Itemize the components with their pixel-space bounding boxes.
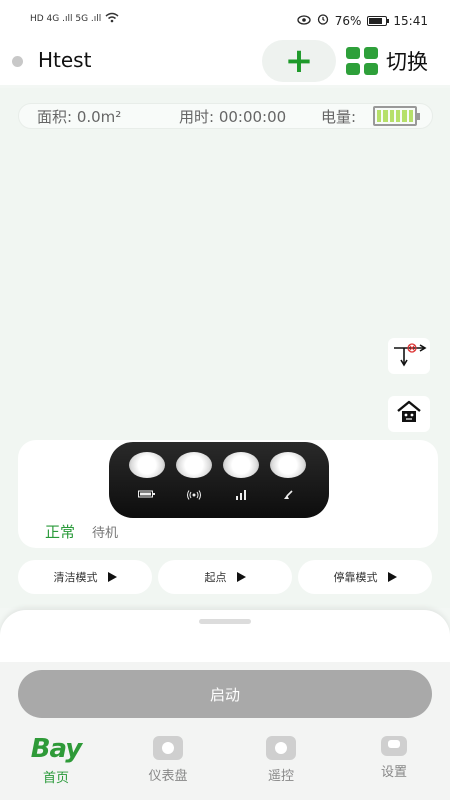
tab-label: 设置 bbox=[380, 765, 407, 780]
clock-time: 15:41 bbox=[393, 13, 428, 28]
home-robot-icon bbox=[395, 400, 423, 428]
battery-icon bbox=[367, 15, 390, 26]
tab-label: 仪表盘 bbox=[148, 769, 188, 784]
start-point-button[interactable]: 起点 bbox=[158, 560, 292, 594]
device-state: 正常 bbox=[45, 523, 76, 541]
indicator-light bbox=[176, 452, 212, 478]
signal-wave-icon bbox=[184, 490, 204, 503]
area-stat: 面积: 0.0m² bbox=[37, 107, 122, 126]
tab-settings[interactable]: 设置 bbox=[349, 736, 439, 780]
dashboard-icon bbox=[153, 736, 183, 760]
indicator-light bbox=[223, 452, 259, 478]
stats-bar: 面积: 0.0m² 用时: 00:00:00 电量: bbox=[18, 103, 433, 129]
start-point-label: 起点 bbox=[204, 571, 227, 584]
bottom-sheet[interactable] bbox=[0, 610, 450, 662]
indicator-light bbox=[270, 452, 306, 478]
remote-control-icon bbox=[266, 736, 296, 760]
battery-level-icon bbox=[373, 106, 420, 126]
route-tool-button[interactable] bbox=[388, 338, 430, 374]
time-stat: 用时: 00:00:00 bbox=[179, 107, 287, 126]
device-name[interactable]: Htest bbox=[38, 48, 91, 72]
bay-logo: Bay bbox=[30, 734, 83, 764]
battery-icon bbox=[137, 490, 157, 501]
indicator-light bbox=[129, 452, 165, 478]
alarm-icon bbox=[317, 13, 329, 28]
start-button[interactable]: 启动 bbox=[18, 670, 432, 718]
brush-icon bbox=[278, 490, 298, 504]
tab-dashboard[interactable]: 仪表盘 bbox=[123, 736, 213, 784]
tab-label: 首页 bbox=[42, 771, 69, 786]
grid-icon bbox=[346, 47, 380, 75]
add-device-button[interactable]: + bbox=[262, 40, 336, 82]
tab-home[interactable]: Bay 首页 bbox=[11, 736, 101, 786]
cleaning-mode-label: 清洁模式 bbox=[53, 571, 98, 584]
device-mode: 待机 bbox=[92, 526, 119, 541]
switch-label: 切换 bbox=[386, 50, 428, 74]
cleaning-mode-button[interactable]: 清洁模式 bbox=[18, 560, 152, 594]
signal-bars-icon bbox=[231, 490, 251, 503]
tab-remote[interactable]: 遥控 bbox=[236, 736, 326, 784]
status-right: 76% 15:41 bbox=[297, 13, 428, 28]
battery-percent: 76% bbox=[334, 13, 362, 28]
route-arrow-icon bbox=[390, 340, 428, 372]
settings-icon bbox=[381, 736, 407, 756]
play-icon bbox=[387, 572, 397, 582]
wifi-icon bbox=[105, 12, 119, 26]
switch-device-button[interactable]: 切换 bbox=[346, 46, 428, 76]
sheet-drag-handle[interactable] bbox=[199, 619, 251, 624]
signal-indicators: HD 4G .ıll 5G .ıll bbox=[30, 12, 119, 26]
start-button-label: 启动 bbox=[209, 685, 240, 704]
play-icon bbox=[236, 572, 246, 582]
plus-icon: + bbox=[284, 41, 314, 81]
signal-icon: HD 4G .ıll 5G .ıll bbox=[30, 14, 102, 24]
robot-indicator-lights bbox=[109, 442, 329, 518]
tab-label: 遥控 bbox=[267, 769, 294, 784]
docking-mode-label: 停靠模式 bbox=[333, 571, 378, 584]
play-icon bbox=[107, 572, 117, 582]
connection-status-dot bbox=[12, 56, 23, 67]
battery-stat-label: 电量: bbox=[321, 107, 357, 126]
eye-icon bbox=[297, 14, 311, 28]
docking-mode-button[interactable]: 停靠模式 bbox=[298, 560, 432, 594]
home-dock-button[interactable] bbox=[388, 396, 430, 432]
